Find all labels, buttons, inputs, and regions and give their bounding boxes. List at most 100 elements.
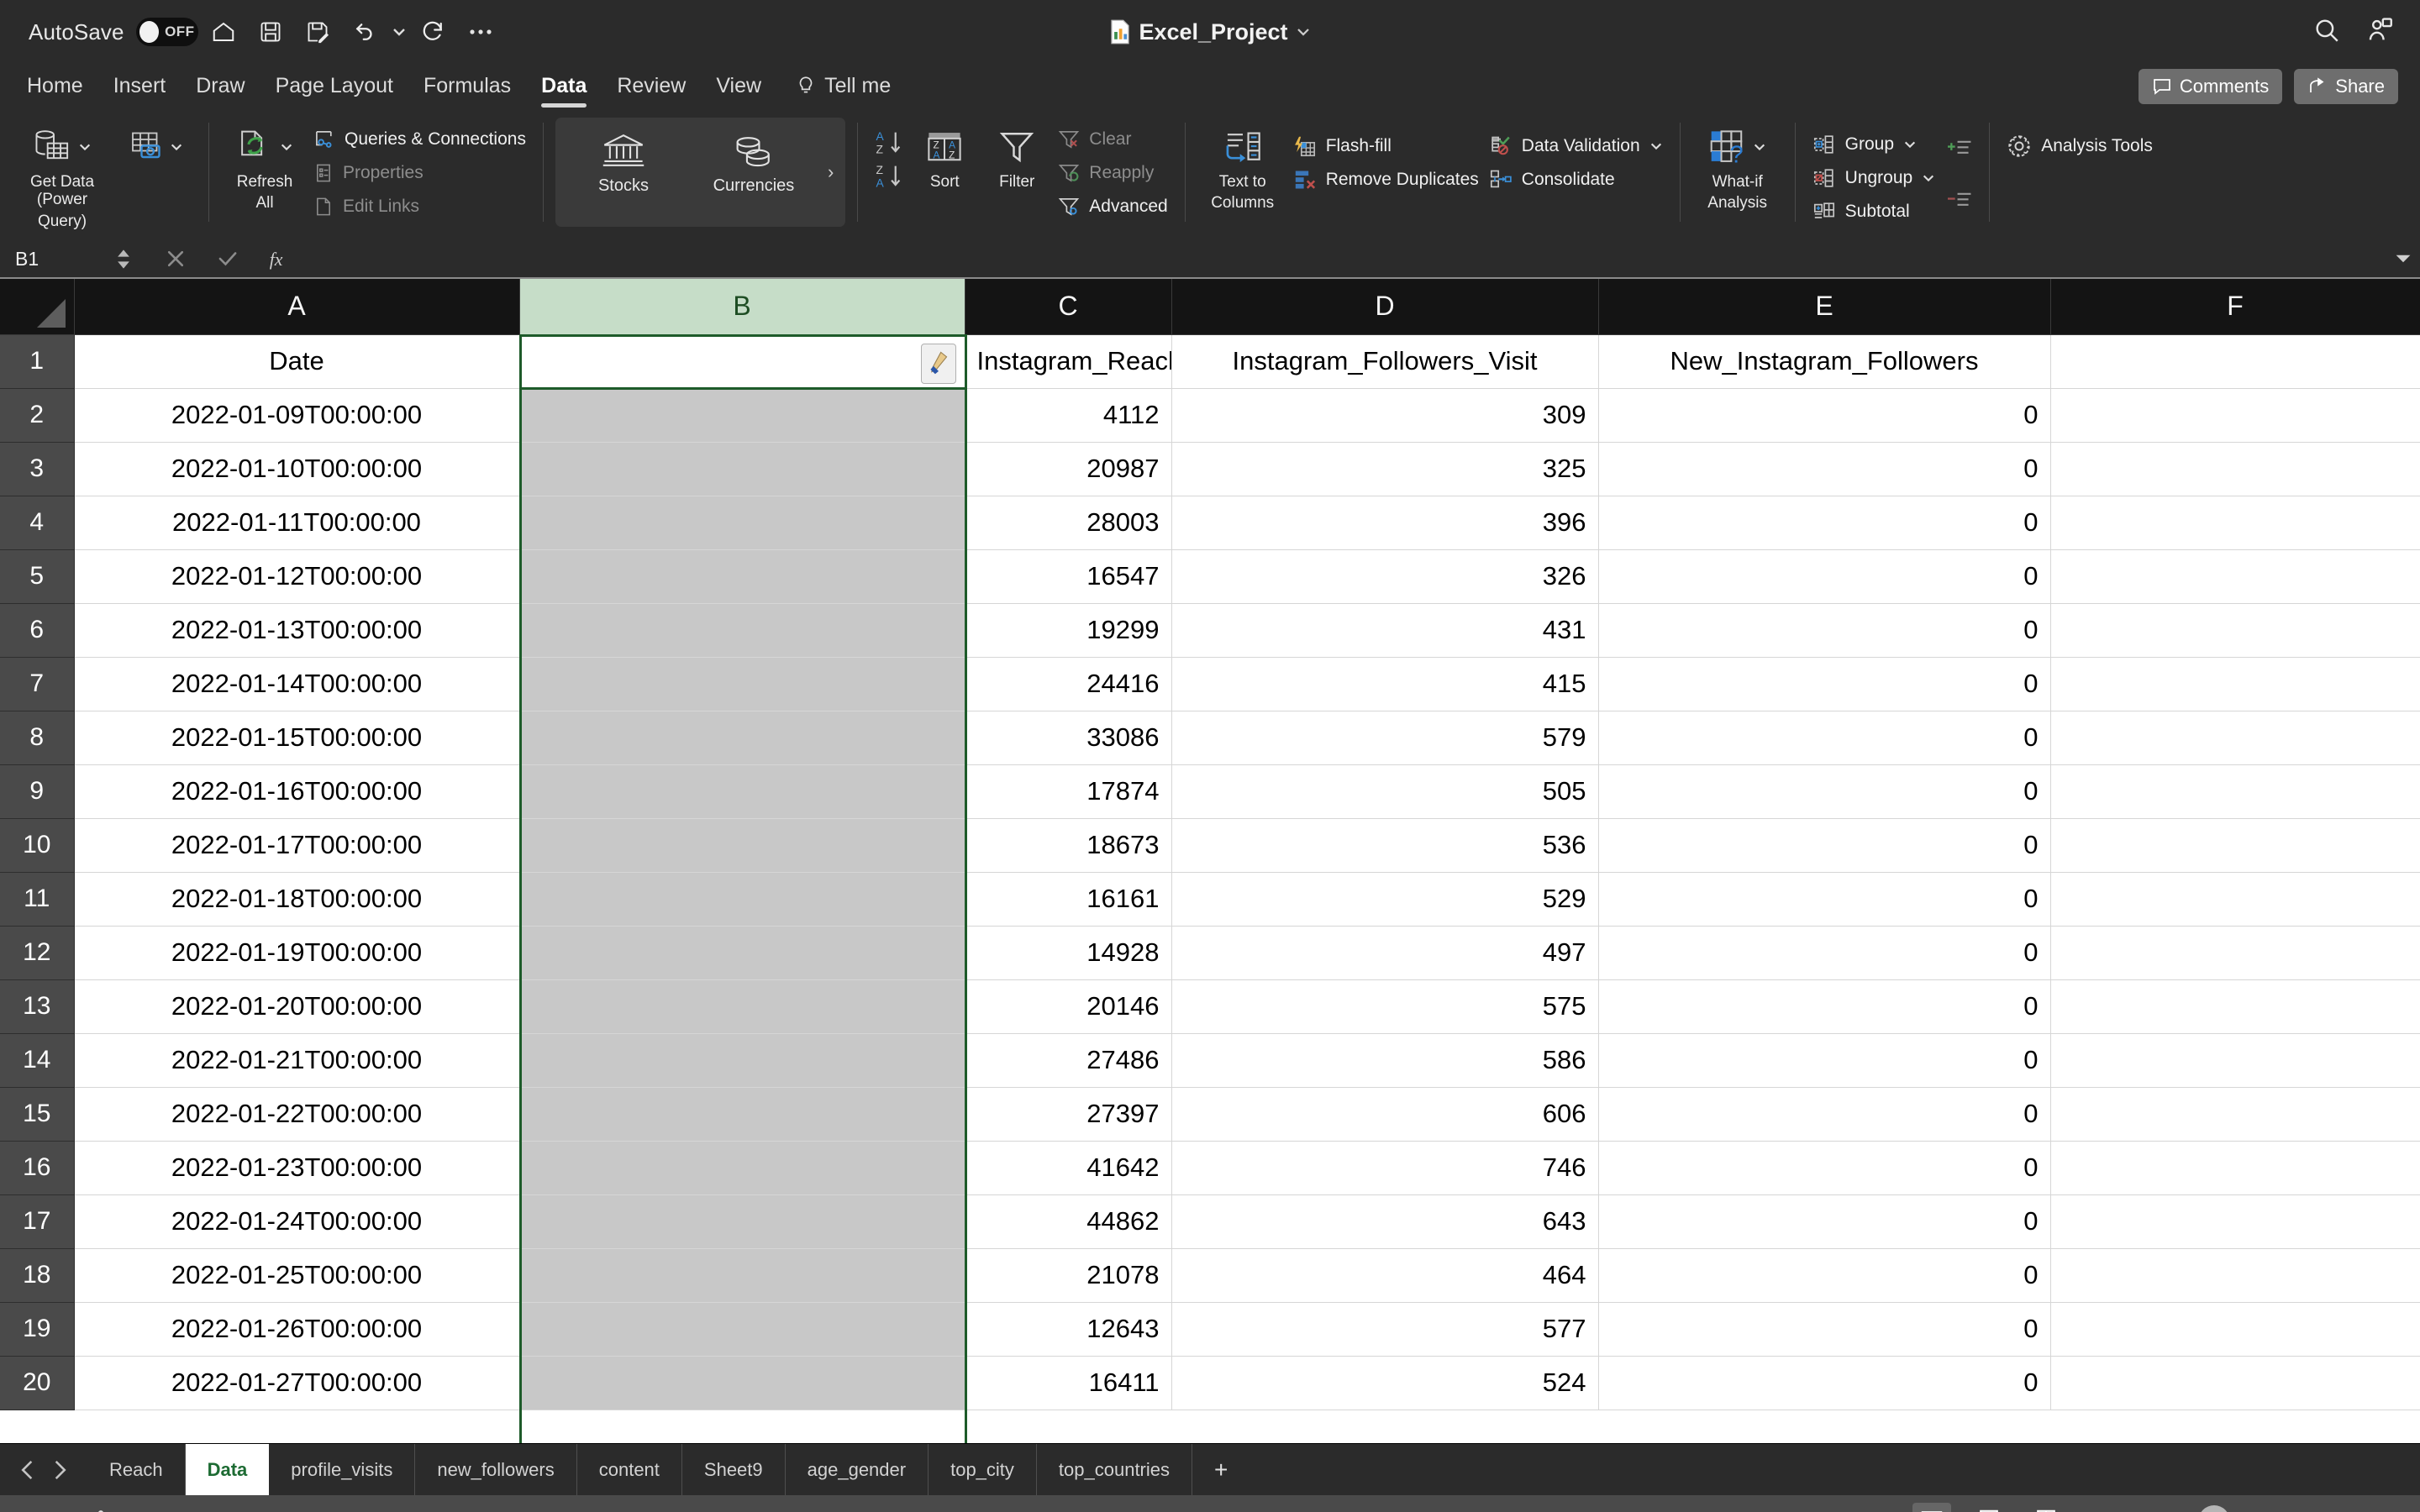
hide-detail-button[interactable] xyxy=(1940,183,1977,217)
cell-e11[interactable]: 0 xyxy=(1598,872,2051,927)
subtotal-button[interactable]: Subtotal xyxy=(1807,195,1941,228)
cell-b18[interactable] xyxy=(519,1248,965,1303)
cell-a10[interactable]: 2022-01-17T00:00:00 xyxy=(74,818,520,873)
consolidate-button[interactable]: Consolidate xyxy=(1484,163,1668,197)
cell-a19[interactable]: 2022-01-26T00:00:00 xyxy=(74,1302,520,1357)
cell-d6[interactable]: 431 xyxy=(1171,603,1599,658)
row-header-10[interactable]: 10 xyxy=(0,818,75,873)
cell-c5[interactable]: 16547 xyxy=(965,549,1172,604)
row-header-7[interactable]: 7 xyxy=(0,657,75,711)
autosave-toggle[interactable]: OFF xyxy=(135,18,198,46)
column-header-d[interactable]: D xyxy=(1171,279,1599,335)
cell-d1[interactable]: Instagram_Followers_Visit xyxy=(1171,334,1599,389)
sort-button[interactable]: Z A A Z Sort xyxy=(908,118,981,191)
cell-c15[interactable]: 27397 xyxy=(965,1087,1172,1142)
cell-b6[interactable] xyxy=(519,603,965,658)
cell-b10[interactable] xyxy=(519,818,965,873)
cell-f16[interactable] xyxy=(2050,1141,2420,1195)
cell-f7[interactable] xyxy=(2050,657,2420,711)
stocks-button[interactable]: Stocks xyxy=(560,121,687,195)
edit-links-button[interactable]: Edit Links xyxy=(308,190,531,223)
undo-dropdown-caret-icon[interactable] xyxy=(390,10,408,54)
cell-b7[interactable] xyxy=(519,657,965,711)
cell-e17[interactable]: 0 xyxy=(1598,1194,2051,1249)
cell-b11[interactable] xyxy=(519,872,965,927)
get-data-button[interactable]: Get Data (Power Query) xyxy=(8,118,116,230)
row-header-12[interactable]: 12 xyxy=(0,926,75,980)
remove-duplicates-button[interactable]: Remove Duplicates xyxy=(1288,163,1484,197)
cell-f20[interactable] xyxy=(2050,1356,2420,1410)
show-detail-button[interactable] xyxy=(1940,131,1977,165)
next-sheet-icon[interactable] xyxy=(50,1459,69,1481)
cell-e7[interactable]: 0 xyxy=(1598,657,2051,711)
cell-f17[interactable] xyxy=(2050,1194,2420,1249)
cell-a12[interactable]: 2022-01-19T00:00:00 xyxy=(74,926,520,980)
cell-f12[interactable] xyxy=(2050,926,2420,980)
cell-c3[interactable]: 20987 xyxy=(965,442,1172,496)
active-cell-b1[interactable] xyxy=(519,334,967,390)
cell-c20[interactable]: 16411 xyxy=(965,1356,1172,1410)
cell-d17[interactable]: 643 xyxy=(1171,1194,1599,1249)
tab-home[interactable]: Home xyxy=(12,64,98,104)
cell-e2[interactable]: 0 xyxy=(1598,388,2051,443)
zoom-handle[interactable] xyxy=(2198,1505,2230,1512)
cell-d14[interactable]: 586 xyxy=(1171,1033,1599,1088)
row-header-5[interactable]: 5 xyxy=(0,549,75,604)
cell-f11[interactable] xyxy=(2050,872,2420,927)
page-break-view-button[interactable] xyxy=(2027,1503,2065,1512)
cell-f13[interactable] xyxy=(2050,979,2420,1034)
enter-icon[interactable] xyxy=(202,239,254,278)
formula-bar-expand-icon[interactable] xyxy=(2386,239,2420,278)
tab-data[interactable]: Data xyxy=(526,64,602,108)
data-validation-button[interactable]: Data Validation xyxy=(1484,129,1668,163)
properties-button[interactable]: Properties xyxy=(308,156,531,190)
cell-e15[interactable]: 0 xyxy=(1598,1087,2051,1142)
row-header-18[interactable]: 18 xyxy=(0,1248,75,1303)
cell-b9[interactable] xyxy=(519,764,965,819)
cell-d10[interactable]: 536 xyxy=(1171,818,1599,873)
cell-a6[interactable]: 2022-01-13T00:00:00 xyxy=(74,603,520,658)
cell-e12[interactable]: 0 xyxy=(1598,926,2051,980)
cell-c2[interactable]: 4112 xyxy=(965,388,1172,443)
cell-e4[interactable]: 0 xyxy=(1598,496,2051,550)
cell-b8[interactable] xyxy=(519,711,965,765)
cell-f19[interactable] xyxy=(2050,1302,2420,1357)
sheet-tab-profile-visits[interactable]: profile_visits xyxy=(269,1444,416,1495)
name-box-spinner[interactable] xyxy=(116,249,131,270)
cell-f5[interactable] xyxy=(2050,549,2420,604)
more-icon[interactable] xyxy=(459,10,502,54)
cell-f3[interactable] xyxy=(2050,442,2420,496)
sheet-tab-content[interactable]: content xyxy=(577,1444,682,1495)
tab-formulas[interactable]: Formulas xyxy=(408,64,526,104)
sheet-tab-data[interactable]: Data xyxy=(185,1444,270,1495)
flash-fill-button[interactable]: Flash-fill xyxy=(1288,129,1484,163)
cell-c13[interactable]: 20146 xyxy=(965,979,1172,1034)
cell-a20[interactable]: 2022-01-27T00:00:00 xyxy=(74,1356,520,1410)
cell-d12[interactable]: 497 xyxy=(1171,926,1599,980)
tab-page-layout[interactable]: Page Layout xyxy=(260,64,408,104)
redo-icon[interactable] xyxy=(412,10,455,54)
cell-e19[interactable]: 0 xyxy=(1598,1302,2051,1357)
from-picture-button[interactable] xyxy=(116,118,197,170)
cell-e14[interactable]: 0 xyxy=(1598,1033,2051,1088)
insert-function-icon[interactable]: fx xyxy=(254,239,306,278)
cell-d15[interactable]: 606 xyxy=(1171,1087,1599,1142)
cell-f4[interactable] xyxy=(2050,496,2420,550)
select-all-corner[interactable] xyxy=(0,279,75,335)
column-header-e[interactable]: E xyxy=(1598,279,2051,335)
cell-c7[interactable]: 24416 xyxy=(965,657,1172,711)
home-icon[interactable] xyxy=(202,10,245,54)
cell-d11[interactable]: 529 xyxy=(1171,872,1599,927)
row-header-16[interactable]: 16 xyxy=(0,1141,75,1195)
cell-d8[interactable]: 579 xyxy=(1171,711,1599,765)
sheet-tab-top-city[interactable]: top_city xyxy=(929,1444,1037,1495)
row-header-17[interactable]: 17 xyxy=(0,1194,75,1249)
cell-a18[interactable]: 2022-01-25T00:00:00 xyxy=(74,1248,520,1303)
cell-a1[interactable]: Date xyxy=(74,334,520,389)
cell-a17[interactable]: 2022-01-24T00:00:00 xyxy=(74,1194,520,1249)
sheet-tab-top-countries[interactable]: top_countries xyxy=(1037,1444,1193,1495)
cell-e9[interactable]: 0 xyxy=(1598,764,2051,819)
filter-button[interactable]: Filter xyxy=(981,118,1053,191)
cell-c18[interactable]: 21078 xyxy=(965,1248,1172,1303)
cell-d16[interactable]: 746 xyxy=(1171,1141,1599,1195)
